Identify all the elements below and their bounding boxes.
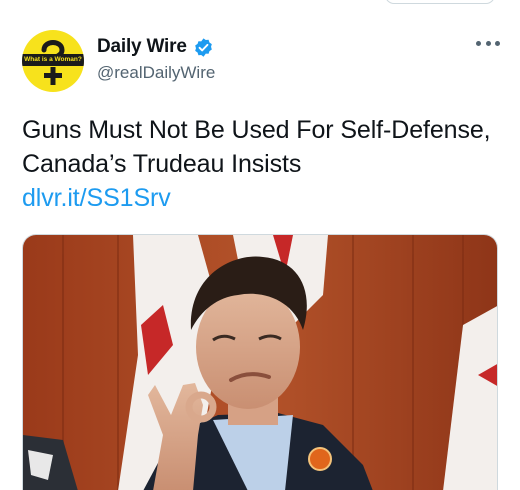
avatar-label: What is a Woman? [22,54,84,66]
tweet-link[interactable]: dlvr.it/SS1Srv [22,181,502,215]
tweet-media-image[interactable] [22,234,498,490]
tweet-card[interactable]: What is a Woman? Daily Wire @realDailyWi… [0,0,520,490]
verified-badge-icon [193,37,214,58]
user-handle[interactable]: @realDailyWire [97,63,215,83]
user-info[interactable]: Daily Wire @realDailyWire [97,35,215,83]
more-options-icon[interactable] [476,36,500,50]
display-name[interactable]: Daily Wire [97,36,187,58]
tweet-body: Guns Must Not Be Used For Self-Defense, … [22,116,491,178]
avatar[interactable]: What is a Woman? [22,30,84,92]
photo-man-gesture [23,235,497,490]
tweet-text: Guns Must Not Be Used For Self-Defense, … [22,113,502,215]
